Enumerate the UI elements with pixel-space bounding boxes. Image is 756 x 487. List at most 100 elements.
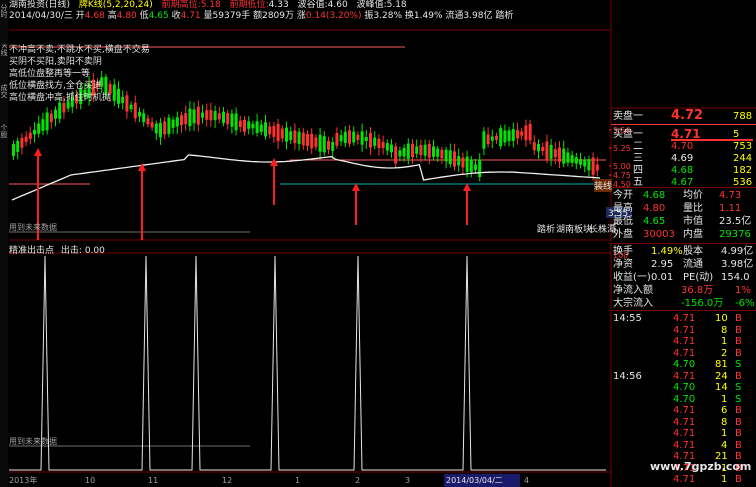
date-tick: 12 — [222, 476, 233, 485]
tick-side: B — [735, 336, 742, 347]
date-tick: 1 — [295, 476, 301, 485]
tick-row: 4.71 8 B — [611, 417, 756, 429]
stat-label: 股本 — [683, 246, 703, 257]
tick-row: 4.71 1 B — [611, 428, 756, 440]
candle-body — [369, 132, 372, 148]
tick-row: 14:55 4.71 10 B — [611, 313, 756, 325]
candle-body — [276, 123, 280, 142]
tick-time: 14:56 — [613, 370, 642, 382]
stat-value: 30003 — [643, 229, 675, 240]
candle-body — [478, 159, 482, 178]
candle-body — [234, 113, 238, 131]
tick-row: 4.71 2 B — [611, 348, 756, 360]
candle-body — [440, 149, 444, 159]
tag-analysis[interactable]: 踏析 — [537, 222, 555, 235]
candle-body — [226, 113, 230, 125]
note-line: 买阴不买阳,卖阳不卖阴 — [9, 57, 102, 67]
candle-body — [499, 128, 503, 147]
candle-body — [301, 132, 305, 146]
candle-body — [264, 122, 267, 137]
candle-body — [537, 143, 540, 152]
stat-value: 1.11 — [719, 203, 742, 214]
turnover-value: 1.49% — [413, 11, 443, 21]
candle-body — [465, 156, 469, 172]
candle-body — [184, 113, 188, 125]
analysis-tag[interactable]: 踏析 — [495, 11, 513, 21]
flow-label: 大宗流入 — [613, 298, 653, 309]
candle-body — [133, 102, 137, 119]
tick-volume: 81 — [715, 359, 728, 370]
stat-value: 23.5亿 — [719, 216, 752, 227]
candle-body — [28, 132, 32, 139]
candle-body — [574, 157, 578, 164]
tick-price: 4.71 — [673, 370, 696, 382]
float-value: 3.98亿 — [463, 11, 493, 21]
flow-pct: 1% — [735, 285, 751, 296]
candle-body — [406, 143, 410, 159]
tick-price: 4.70 — [673, 359, 696, 370]
tick-price: 4.70 — [673, 382, 696, 393]
date-axis: 2013年 10 11 12 1 2 3 2014/03/04/二 4 — [0, 474, 611, 487]
candle-body — [461, 157, 465, 168]
stat-value: 4.65 — [643, 216, 666, 227]
tick-row: 4.71 1 B — [611, 474, 756, 486]
candle-body — [541, 146, 545, 152]
lower-future-data-label: 用到未来数据 — [9, 437, 57, 446]
candle-body — [49, 113, 53, 123]
candle-body — [524, 125, 528, 141]
flow-row: 大宗流入 -156.0万 -6% — [611, 297, 756, 310]
moving-average-line — [11, 154, 601, 201]
stat-label: 市值 — [683, 216, 703, 227]
change-label: 涨 — [296, 11, 306, 21]
candle-body — [289, 131, 293, 141]
candle-body — [159, 122, 162, 138]
band-low-value: 4.60 — [327, 0, 348, 10]
stat-label: 最低 — [613, 216, 633, 227]
candle-body — [280, 128, 284, 139]
stat-value: 4.80 — [643, 203, 666, 214]
tick-price: 4.71 — [673, 428, 696, 439]
tick-row: 4.71 4 B — [611, 440, 756, 452]
tag-sector[interactable]: 湖南板块 — [556, 222, 592, 235]
high-label: 高 — [107, 11, 117, 21]
candle-body — [297, 131, 301, 144]
candle-body — [482, 131, 486, 149]
strategy-notes: 不冲高不卖,不跳水不买,横盘不交易 买阴不买阳,卖阳不卖阴 高低位盘整再等一等 … — [9, 44, 150, 104]
indicator-name[interactable]: 牌K线(5,2,20,24) — [79, 0, 153, 10]
volume-label: 量 — [203, 11, 213, 21]
candle-body — [129, 104, 133, 110]
candle-body — [196, 106, 200, 125]
candle-body — [343, 131, 347, 144]
candle-body — [377, 138, 381, 148]
candle-body — [310, 133, 314, 149]
stats-row: 外盘 30003 内盘 29376 — [611, 228, 756, 241]
tick-price: 4.71 — [673, 324, 696, 336]
candle-body — [335, 133, 339, 146]
candle-body — [62, 102, 66, 113]
candle-body — [503, 130, 507, 143]
candle-body — [490, 136, 494, 141]
candle-body — [247, 121, 251, 129]
series-label: 出击: — [60, 246, 82, 256]
note-line: 不冲高不卖,不跳水不买,横盘不交易 — [9, 45, 150, 55]
candle-body — [205, 110, 209, 120]
candle-body — [146, 118, 150, 125]
date-tick-selected: 2014/03/04/二 — [446, 476, 503, 485]
candle-body — [436, 148, 440, 157]
stat-label: 流通 — [683, 259, 703, 270]
stats-row: 收益(一) 0.01 PE(动) 154.0 — [611, 271, 756, 284]
tick-volume: 2 — [721, 347, 728, 359]
stat-label: PE(动) — [683, 272, 714, 283]
candle-body — [318, 134, 322, 152]
candle-body — [192, 109, 196, 124]
tick-row: 4.71 6 B — [611, 405, 756, 417]
tick-side: B — [735, 428, 742, 439]
low-value: 4.65 — [148, 11, 169, 21]
tick-side: B — [735, 370, 742, 382]
candle-body — [217, 113, 221, 120]
candle-body — [570, 155, 574, 163]
candle-body — [293, 130, 297, 144]
candle-body — [272, 125, 276, 137]
candle-body — [411, 143, 414, 158]
candle-body — [394, 146, 398, 164]
